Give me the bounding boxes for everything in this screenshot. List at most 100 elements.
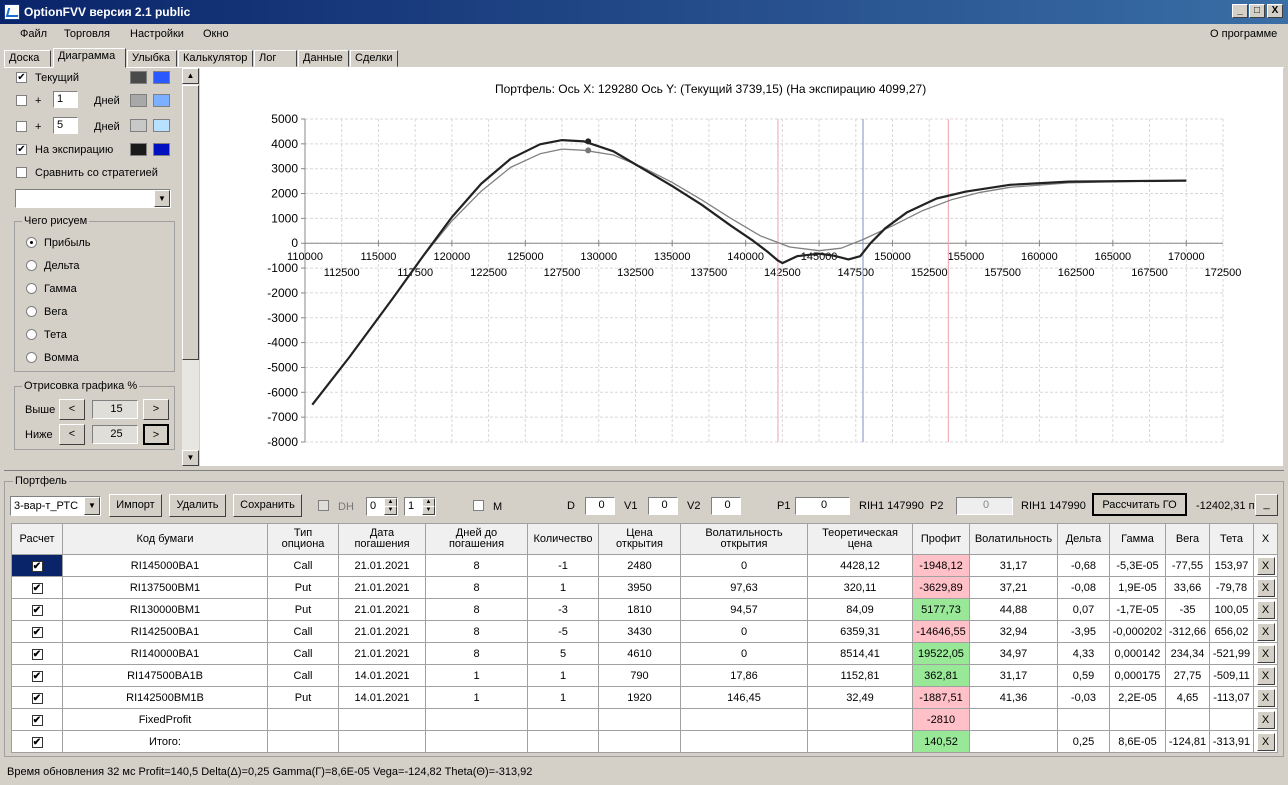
table-row[interactable]: ✔ RI142500BA1 Call 21.01.2021 8 -5 3430 0 6359,3… xyxy=(11,620,1278,643)
col-qty[interactable]: Количество xyxy=(527,523,599,555)
radio-profit[interactable] xyxy=(26,237,37,248)
remove-row-button[interactable]: X xyxy=(1256,710,1275,729)
above-value[interactable]: 15 xyxy=(92,400,138,419)
remove-cell[interactable]: X xyxy=(1253,730,1278,753)
remove-row-button[interactable]: X xyxy=(1256,556,1275,575)
remove-row-button[interactable]: X xyxy=(1256,578,1275,597)
menu-settings[interactable]: Настройки xyxy=(130,28,184,40)
table-row[interactable]: ✔ Итого: 140,52 0,25 8,6E-05 -124,81 -313,91 X xyxy=(11,730,1278,753)
days2-color-swatch[interactable] xyxy=(130,119,147,132)
remove-cell[interactable]: X xyxy=(1253,598,1278,621)
remove-cell[interactable]: X xyxy=(1253,664,1278,687)
radio-vomma[interactable] xyxy=(26,352,37,363)
col-delta[interactable]: Дельта xyxy=(1057,523,1110,555)
calc-cell[interactable]: ✔ xyxy=(11,664,63,687)
remove-cell[interactable]: X xyxy=(1253,686,1278,709)
scroll-up-icon[interactable]: ▲ xyxy=(182,68,199,84)
radio-vega[interactable] xyxy=(26,306,37,317)
col-theo-price[interactable]: Теоретическая цена xyxy=(807,523,913,555)
below-decrease-button[interactable]: < xyxy=(59,424,85,445)
save-button[interactable]: Сохранить xyxy=(233,494,302,517)
dh-checkbox[interactable] xyxy=(318,500,329,511)
scroll-thumb[interactable] xyxy=(182,85,199,360)
m-checkbox[interactable] xyxy=(473,500,484,511)
col-open-price[interactable]: Цена открытия xyxy=(598,523,681,555)
expiry-color-swatch[interactable] xyxy=(130,143,147,156)
remove-row-button[interactable]: X xyxy=(1256,688,1275,707)
row-checkbox[interactable]: ✔ xyxy=(31,626,43,638)
col-remove[interactable]: X xyxy=(1253,523,1278,555)
tab-data[interactable]: Данные xyxy=(298,50,349,67)
col-calc[interactable]: Расчет xyxy=(11,523,63,555)
col-vol[interactable]: Волатильность xyxy=(969,523,1058,555)
stepper-down-icon[interactable]: ▼ xyxy=(384,506,397,515)
dh-stepper-2[interactable]: 1 ▲ ▼ xyxy=(404,497,436,516)
row-checkbox[interactable]: ✔ xyxy=(31,604,43,616)
below-value[interactable]: 25 xyxy=(92,425,138,444)
remove-cell[interactable]: X xyxy=(1253,620,1278,643)
chart-area[interactable]: Портфель: Ось X: 129280 Ось Y: (Текущий … xyxy=(200,68,1283,466)
table-row[interactable]: ✔ RI145000BA1 Call 21.01.2021 8 -1 2480 0 4428,1… xyxy=(11,554,1278,577)
expiry-checkbox[interactable]: ✔ xyxy=(16,144,27,155)
radio-gamma[interactable] xyxy=(26,283,37,294)
p1-input[interactable]: 0 xyxy=(795,497,850,515)
maximize-button[interactable]: □ xyxy=(1249,4,1265,18)
col-vega[interactable]: Вега xyxy=(1165,523,1210,555)
current-color-swatch-2[interactable] xyxy=(153,71,170,84)
remove-cell[interactable]: X xyxy=(1253,642,1278,665)
calc-cell[interactable]: ✔ xyxy=(11,730,63,753)
remove-row-button[interactable]: X xyxy=(1256,644,1275,663)
below-increase-button[interactable]: > xyxy=(143,424,169,445)
d-input[interactable]: 0 xyxy=(585,497,615,515)
portfolio-select[interactable]: 3-вар-т_РТС ▼ xyxy=(10,496,101,516)
calc-cell[interactable]: ✔ xyxy=(11,576,63,599)
col-theta[interactable]: Тета xyxy=(1209,523,1254,555)
close-button[interactable]: X xyxy=(1267,4,1283,18)
tab-diagram[interactable]: Диаграмма xyxy=(53,48,126,68)
stepper-down-icon[interactable]: ▼ xyxy=(422,506,435,515)
expiry-color-swatch-2[interactable] xyxy=(153,143,170,156)
tab-board[interactable]: Доска xyxy=(4,50,51,67)
above-decrease-button[interactable]: < xyxy=(59,399,85,420)
v2-input[interactable]: 0 xyxy=(711,497,741,515)
remove-row-button[interactable]: X xyxy=(1256,732,1275,751)
days1-checkbox[interactable] xyxy=(16,95,27,106)
days2-checkbox[interactable] xyxy=(16,121,27,132)
row-checkbox[interactable]: ✔ xyxy=(31,714,43,726)
scroll-down-icon[interactable]: ▼ xyxy=(182,450,199,466)
table-row[interactable]: ✔ RI137500BM1 Put 21.01.2021 8 1 3950 97,63 320,… xyxy=(11,576,1278,599)
v1-input[interactable]: 0 xyxy=(648,497,678,515)
calc-cell[interactable]: ✔ xyxy=(11,620,63,643)
remove-cell[interactable]: X xyxy=(1253,554,1278,577)
table-row[interactable]: ✔ RI130000BM1 Put 21.01.2021 8 -3 1810 94,57 84,… xyxy=(11,598,1278,621)
remove-row-button[interactable]: X xyxy=(1256,600,1275,619)
calc-cell[interactable]: ✔ xyxy=(11,554,63,577)
table-row[interactable]: ✔ RI147500BA1B Call 14.01.2021 1 1 790 17,86 115… xyxy=(11,664,1278,687)
row-checkbox[interactable]: ✔ xyxy=(31,736,43,748)
strategy-select[interactable]: ▼ xyxy=(15,189,171,208)
tab-smile[interactable]: Улыбка xyxy=(127,50,177,67)
days1-input[interactable]: 1 xyxy=(53,91,78,108)
remove-row-button[interactable]: X xyxy=(1256,666,1275,685)
calc-cell[interactable]: ✔ xyxy=(11,686,63,709)
chevron-down-icon[interactable]: ▼ xyxy=(154,190,170,207)
tab-calculator[interactable]: Калькулятор xyxy=(178,50,253,67)
above-increase-button[interactable]: > xyxy=(143,399,169,420)
col-code[interactable]: Код бумаги xyxy=(62,523,268,555)
menu-file[interactable]: Файл xyxy=(20,28,47,40)
calc-cell[interactable]: ✔ xyxy=(11,598,63,621)
remove-row-button[interactable]: X xyxy=(1256,622,1275,641)
left-scrollbar[interactable]: ▲ ▼ xyxy=(182,68,199,466)
table-row[interactable]: ✔ RI142500BM1B Put 14.01.2021 1 1 1920 146,45 32… xyxy=(11,686,1278,709)
import-button[interactable]: Импорт xyxy=(109,494,162,517)
menu-about[interactable]: О программе xyxy=(1210,28,1277,40)
go-extra-button[interactable]: _ xyxy=(1255,494,1278,516)
menu-window[interactable]: Окно xyxy=(203,28,229,40)
delete-button[interactable]: Удалить xyxy=(169,494,226,517)
row-checkbox[interactable]: ✔ xyxy=(31,692,43,704)
row-checkbox[interactable]: ✔ xyxy=(31,582,43,594)
menu-trade[interactable]: Торговля xyxy=(64,28,110,40)
tab-log[interactable]: Лог xyxy=(254,50,297,67)
minimize-button[interactable]: _ xyxy=(1232,4,1248,18)
col-type[interactable]: Тип опциона xyxy=(267,523,339,555)
